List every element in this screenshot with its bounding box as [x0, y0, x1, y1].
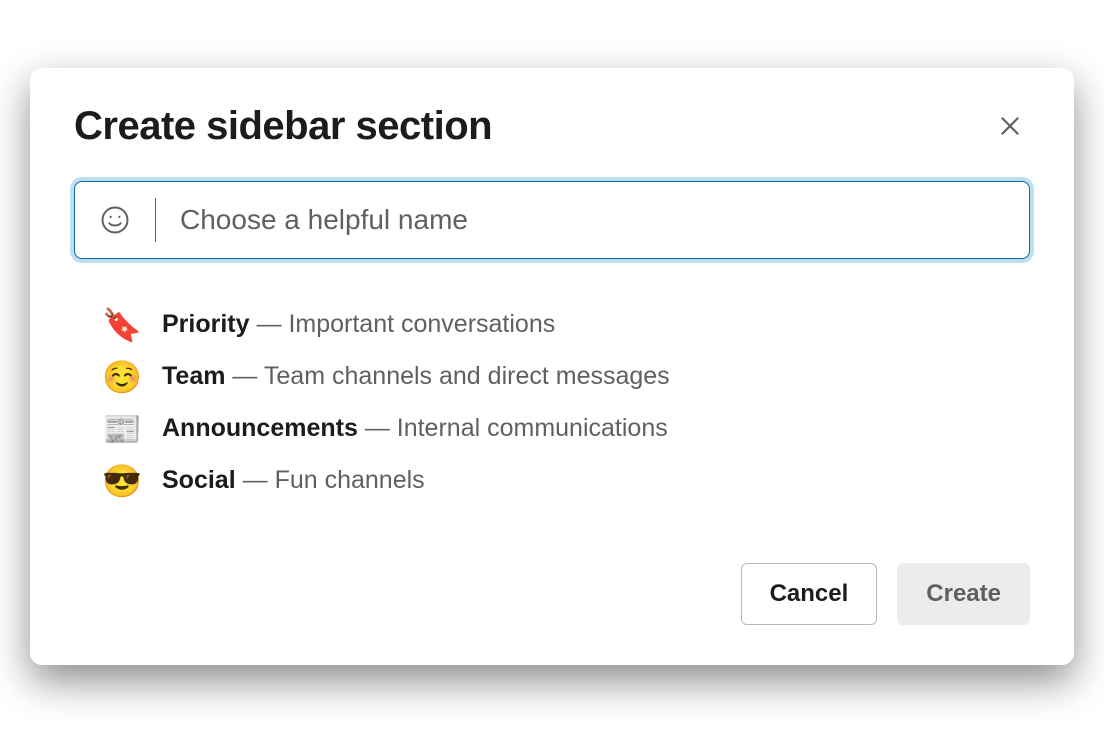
create-section-modal: Create sidebar section 🔖 Priority — Impo…	[30, 68, 1074, 665]
suggestion-team[interactable]: ☺️ Team — Team channels and direct messa…	[102, 351, 1030, 403]
suggestion-text: Announcements — Internal communications	[162, 414, 668, 443]
cancel-button[interactable]: Cancel	[741, 563, 878, 625]
suggestion-name: Team	[162, 362, 225, 390]
suggestion-name: Social	[162, 466, 236, 494]
sunglasses-icon: 😎	[102, 465, 138, 497]
suggestion-text: Priority — Important conversations	[162, 310, 555, 339]
suggestion-desc: Team channels and direct messages	[264, 362, 670, 390]
suggestion-announcements[interactable]: 📰 Announcements — Internal communication…	[102, 403, 1030, 455]
suggestion-desc: Important conversations	[288, 310, 555, 338]
section-name-input[interactable]	[156, 182, 1029, 258]
suggestion-name: Priority	[162, 310, 250, 338]
suggestion-text: Team — Team channels and direct messages	[162, 362, 670, 391]
smile-icon: ☺️	[102, 361, 138, 393]
smiley-icon	[100, 205, 130, 235]
bookmark-icon: 🔖	[102, 309, 138, 341]
suggestion-text: Social — Fun channels	[162, 466, 425, 495]
suggestion-desc: Fun channels	[275, 466, 425, 494]
newspaper-icon: 📰	[102, 413, 138, 445]
create-button[interactable]: Create	[897, 563, 1030, 625]
close-icon	[997, 113, 1023, 139]
emoji-picker-button[interactable]	[75, 182, 155, 258]
suggestion-social[interactable]: 😎 Social — Fun channels	[102, 455, 1030, 507]
suggestion-priority[interactable]: 🔖 Priority — Important conversations	[102, 299, 1030, 351]
suggestion-name: Announcements	[162, 414, 358, 442]
modal-title: Create sidebar section	[74, 104, 492, 149]
close-button[interactable]	[990, 106, 1030, 146]
name-input-group	[74, 181, 1030, 259]
suggestions-list: 🔖 Priority — Important conversations ☺️ …	[74, 299, 1030, 507]
suggestion-desc: Internal communications	[397, 414, 668, 442]
modal-header: Create sidebar section	[74, 104, 1030, 149]
modal-footer: Cancel Create	[74, 563, 1030, 625]
